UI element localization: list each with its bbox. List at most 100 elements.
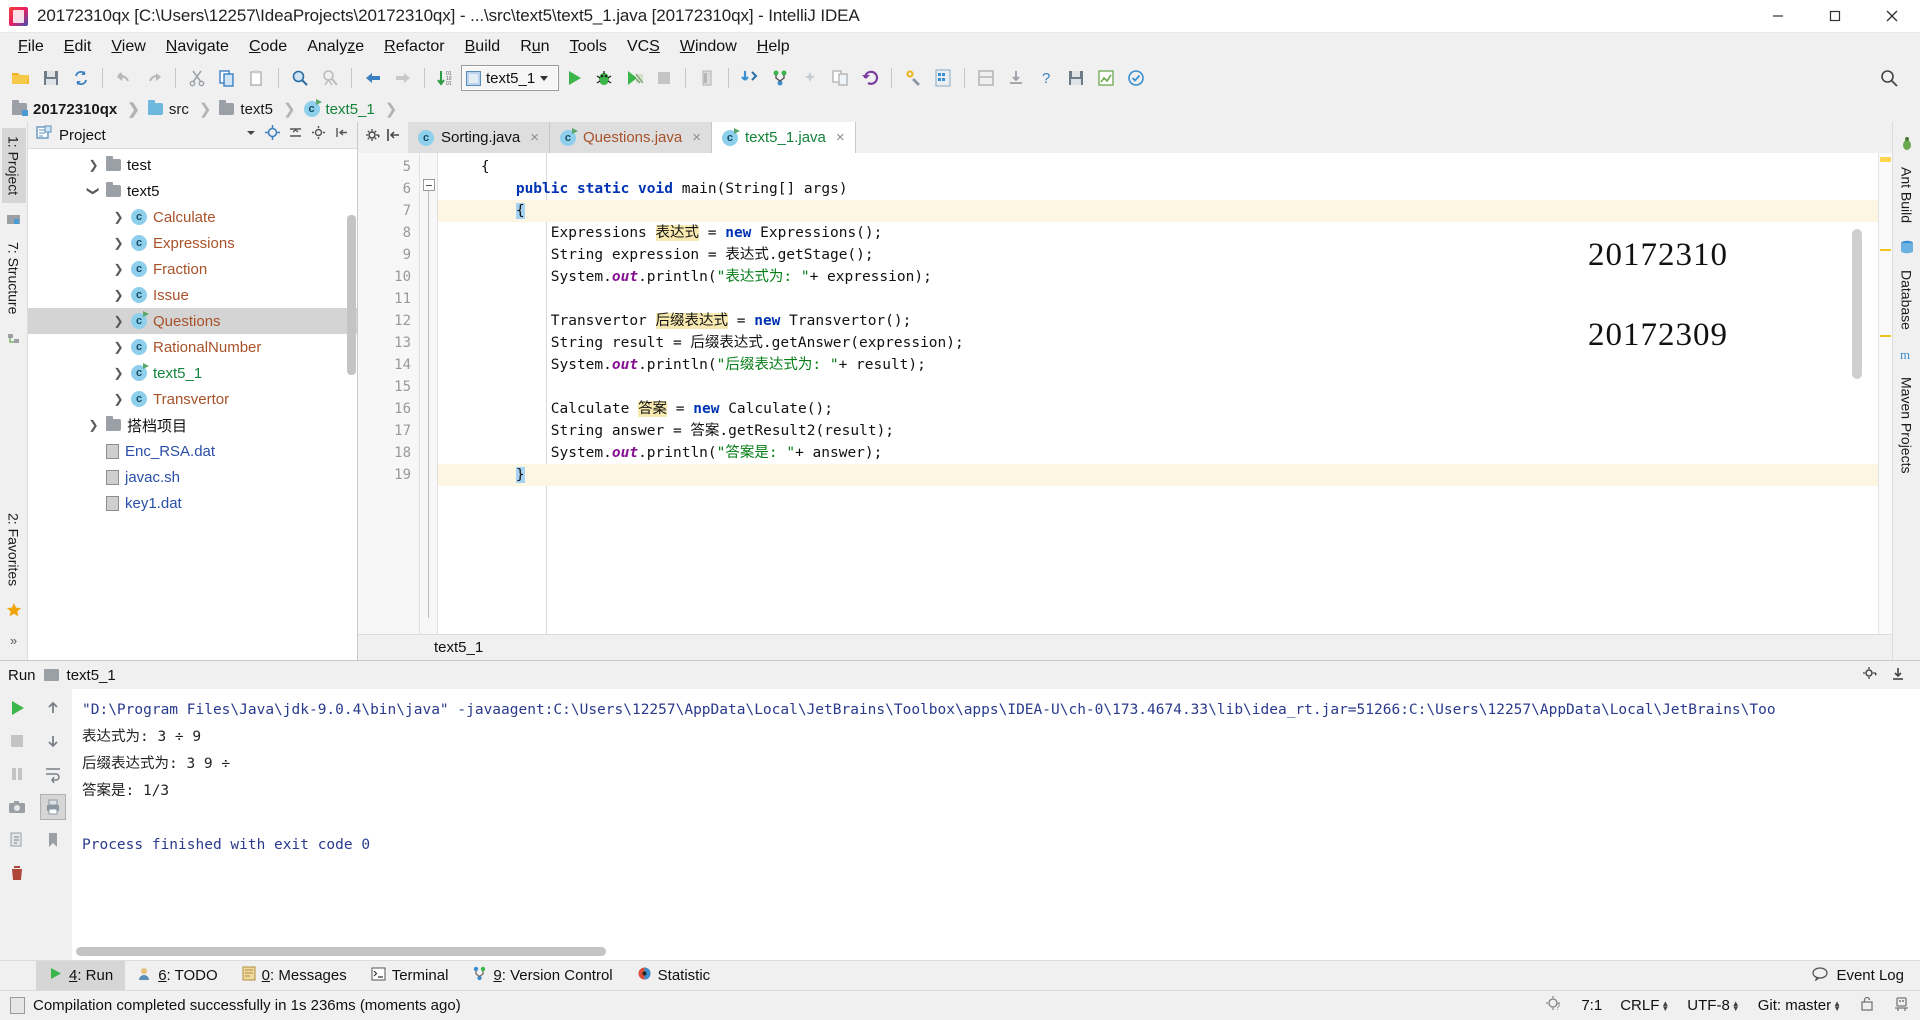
line-number[interactable]: 19: [358, 464, 419, 486]
code-line[interactable]: Calculate 答案 = new Calculate();: [438, 398, 1878, 420]
run-window-tab-label[interactable]: text5_1: [67, 667, 116, 684]
editor-tab[interactable]: c Sorting.java ×: [408, 122, 550, 153]
run-configuration-selector[interactable]: text5_1: [461, 65, 559, 91]
bookmark-icon[interactable]: [40, 827, 66, 853]
hide-icon[interactable]: [334, 125, 349, 145]
line-number[interactable]: 11: [358, 288, 419, 310]
tree-node[interactable]: ❯ text5: [28, 178, 357, 204]
line-separator-selector[interactable]: CRLF ▲ ▼: [1620, 997, 1669, 1014]
line-number[interactable]: 12: [358, 310, 419, 332]
sidebar-item-favorites[interactable]: 2: Favorites: [2, 505, 26, 594]
event-log-button[interactable]: Event Log: [1812, 966, 1920, 985]
gear-icon[interactable]: [365, 127, 381, 148]
tree-node[interactable]: ❯ c text5_1: [28, 360, 357, 386]
pause-icon[interactable]: [4, 761, 30, 787]
bottom-tab-versioncontrol[interactable]: 9: Version Control: [460, 961, 624, 991]
open-folder-icon[interactable]: [6, 64, 36, 92]
redo-icon[interactable]: [139, 64, 169, 92]
tree-node[interactable]: ❯ c Transvertor: [28, 386, 357, 412]
line-number[interactable]: 16: [358, 398, 419, 420]
breadcrumb-src[interactable]: src ❯: [146, 100, 218, 118]
line-number[interactable]: 9: [358, 244, 419, 266]
line-number[interactable]: 18: [358, 442, 419, 464]
chevron-right-icon[interactable]: ❯: [87, 418, 100, 432]
code-line[interactable]: [438, 288, 1878, 310]
code-line[interactable]: [438, 376, 1878, 398]
save-all-icon[interactable]: [36, 64, 66, 92]
console-horizontal-scrollbar[interactable]: [76, 947, 606, 956]
tree-node[interactable]: key1.dat: [28, 490, 357, 516]
code-line[interactable]: System.out.println("后缀表达式为: "+ result);: [438, 354, 1878, 376]
tree-node[interactable]: ❯ c Questions: [28, 308, 357, 334]
tree-node[interactable]: ❯ c RationalNumber: [28, 334, 357, 360]
menu-analyze[interactable]: Analyze: [297, 36, 374, 58]
line-number[interactable]: 15: [358, 376, 419, 398]
sidebar-item-maven-projects[interactable]: Maven Projects: [1895, 369, 1919, 481]
rail-warning-mark[interactable]: [1880, 157, 1891, 162]
tree-node[interactable]: ❯ c Expressions: [28, 230, 357, 256]
tree-node[interactable]: ❯ c Calculate: [28, 204, 357, 230]
gear-icon[interactable]: [311, 125, 326, 145]
hide-icon[interactable]: [1890, 665, 1906, 686]
editor-tab[interactable]: c text5_1.java ×: [711, 122, 856, 153]
line-number[interactable]: 6: [358, 178, 434, 200]
tree-node[interactable]: Enc_RSA.dat: [28, 438, 357, 464]
menu-vcs[interactable]: VCS: [617, 36, 670, 58]
chevron-right-icon[interactable]: ❯: [112, 392, 125, 406]
maven-icon[interactable]: m: [1899, 346, 1914, 362]
line-number[interactable]: 10: [358, 266, 419, 288]
menu-code[interactable]: Code: [239, 36, 297, 58]
bottom-tab-run[interactable]: 4: Run: [36, 960, 126, 991]
bottom-tab-todo[interactable]: 6: TODO: [125, 961, 229, 991]
stop-icon[interactable]: [4, 728, 30, 754]
minimize-button[interactable]: [1749, 0, 1806, 33]
hide-panel-icon[interactable]: [385, 127, 401, 148]
debug-button[interactable]: [589, 64, 619, 92]
cut-icon[interactable]: [182, 64, 212, 92]
menu-build[interactable]: Build: [455, 36, 511, 58]
editor-tab[interactable]: c Questions.java ×: [549, 122, 712, 153]
camera-icon[interactable]: [4, 794, 30, 820]
undo-icon[interactable]: [109, 64, 139, 92]
line-number[interactable]: 8: [358, 222, 419, 244]
more-tools-icon[interactable]: »: [6, 633, 21, 648]
chevron-right-icon[interactable]: ❯: [112, 236, 125, 250]
gear-icon[interactable]: [1862, 665, 1878, 686]
chevron-down-icon[interactable]: ❯: [87, 185, 101, 198]
line-number-gutter[interactable]: 5 6 7 8 9 10 11 12 13 14 15 16 17 18 19: [358, 153, 434, 634]
commit-icon[interactable]: [765, 64, 795, 92]
bottom-tab-messages[interactable]: 0: Messages: [230, 961, 359, 991]
line-number[interactable]: 5: [358, 156, 419, 178]
menu-window[interactable]: Window: [670, 36, 747, 58]
paste-icon[interactable]: [242, 64, 272, 92]
sidebar-item-database[interactable]: Database: [1895, 262, 1919, 338]
rollback-icon[interactable]: [855, 64, 885, 92]
code-line[interactable]: System.out.println("答案是: "+ answer);: [438, 442, 1878, 464]
print-icon[interactable]: [40, 794, 66, 820]
maximize-button[interactable]: [1806, 0, 1863, 33]
breadcrumb-project[interactable]: 20172310qx ❯: [10, 100, 146, 118]
star-icon[interactable]: [6, 602, 21, 617]
inspections-icon[interactable]: ?: [1545, 995, 1563, 1017]
menu-tools[interactable]: Tools: [560, 36, 617, 58]
export-icon[interactable]: [4, 827, 30, 853]
code-line[interactable]: {: [438, 200, 1878, 222]
database-icon[interactable]: [1899, 239, 1914, 254]
close-tab-icon[interactable]: ×: [692, 129, 701, 146]
close-tab-icon[interactable]: ×: [530, 129, 539, 146]
chevron-right-icon[interactable]: ❯: [112, 288, 125, 302]
tree-node[interactable]: javac.sh: [28, 464, 357, 490]
sidebar-item-structure[interactable]: 7: Structure: [2, 234, 26, 322]
run-button[interactable]: [559, 64, 589, 92]
sync-icon[interactable]: [66, 64, 96, 92]
update-project-icon[interactable]: [692, 64, 722, 92]
menu-refactor[interactable]: Refactor: [374, 36, 454, 58]
git-branch-widget[interactable]: Git: master ▲ ▼: [1758, 997, 1841, 1014]
copy-icon[interactable]: [212, 64, 242, 92]
vcs-update-icon[interactable]: [735, 64, 765, 92]
stop-button[interactable]: [649, 64, 679, 92]
scroll-down-icon[interactable]: [40, 728, 66, 754]
hector-icon[interactable]: [1893, 995, 1910, 1016]
scroll-up-icon[interactable]: [40, 695, 66, 721]
project-tree[interactable]: ❯ test ❯ text5 ❯ c Calculate ❯ c Expressions ❯ c Fra…: [28, 149, 357, 660]
